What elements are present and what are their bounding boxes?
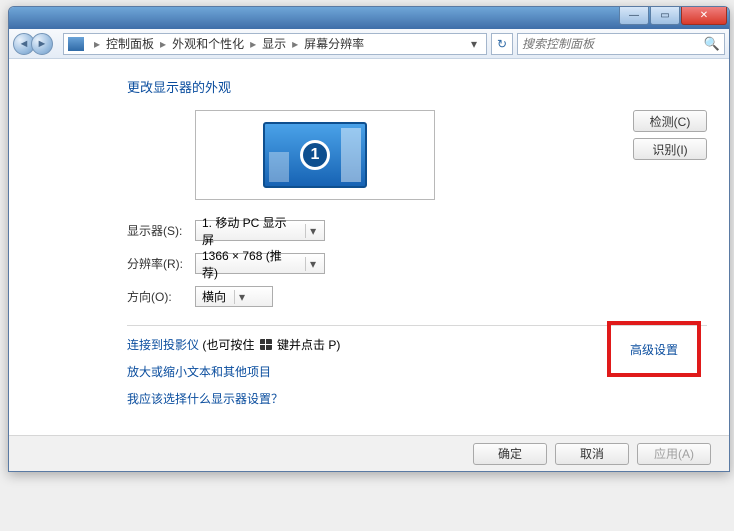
display-value: 1. 移动 PC 显示屏 (202, 214, 297, 248)
monitor-thumbnail[interactable]: 1 (263, 122, 367, 188)
chevron-right-icon[interactable]: ▸ (288, 37, 302, 51)
control-panel-icon (68, 37, 84, 51)
monitor-number-badge: 1 (300, 140, 330, 170)
monitor-decoration (341, 128, 361, 182)
page-title: 更改显示器的外观 (127, 77, 707, 96)
navbar: ◄ ► ▸ 控制面板 ▸ 外观和个性化 ▸ 显示 ▸ 屏幕分辨率 ▾ ↻ 🔍 (9, 29, 729, 59)
refresh-button[interactable]: ↻ (491, 33, 513, 55)
chevron-right-icon[interactable]: ▸ (246, 37, 260, 51)
display-label: 显示器(S): (127, 222, 195, 239)
search-icon[interactable]: 🔍 (704, 36, 720, 52)
chevron-down-icon: ▾ (234, 290, 249, 304)
chevron-right-icon[interactable]: ▸ (156, 37, 170, 51)
close-button[interactable]: ✕ (681, 7, 727, 25)
forward-button[interactable]: ► (31, 33, 53, 55)
address-bar[interactable]: ▸ 控制面板 ▸ 外观和个性化 ▸ 显示 ▸ 屏幕分辨率 ▾ (63, 33, 487, 55)
breadcrumb: ▸ 控制面板 ▸ 外观和个性化 ▸ 显示 ▸ 屏幕分辨率 (90, 35, 366, 52)
breadcrumb-item[interactable]: 控制面板 (104, 35, 156, 52)
chevron-right-icon[interactable]: ▸ (90, 37, 104, 51)
cancel-button[interactable]: 取消 (555, 443, 629, 465)
display-preview-row: 1 检测(C) 识别(I) (127, 110, 707, 200)
apply-button: 应用(A) (637, 443, 711, 465)
maximize-button[interactable]: ▭ (650, 7, 680, 25)
identify-button[interactable]: 识别(I) (633, 138, 707, 160)
preview-side-buttons: 检测(C) 识别(I) (633, 110, 707, 160)
nav-buttons: ◄ ► (13, 31, 63, 57)
projector-hint: 键并点击 P) (277, 338, 340, 352)
advanced-settings-link[interactable]: 高级设置 (630, 341, 678, 358)
which-display-link[interactable]: 我应该选择什么显示器设置？ (127, 392, 283, 406)
display-row: 显示器(S): 1. 移动 PC 显示屏 ▾ (127, 220, 707, 241)
breadcrumb-item[interactable]: 显示 (260, 35, 288, 52)
orientation-label: 方向(O): (127, 288, 195, 305)
chevron-down-icon: ▾ (305, 224, 320, 238)
breadcrumb-item[interactable]: 外观和个性化 (170, 35, 246, 52)
window-controls: — ▭ ✕ (618, 7, 727, 25)
content-area: 更改显示器的外观 1 检测(C) 识别(I) 显示器(S): 1. 移动 PC … (9, 59, 729, 435)
detect-button[interactable]: 检测(C) (633, 110, 707, 132)
minimize-button[interactable]: — (619, 7, 649, 25)
breadcrumb-item[interactable]: 屏幕分辨率 (302, 35, 366, 52)
display-preview[interactable]: 1 (195, 110, 435, 200)
projector-hint: (也可按住 (202, 338, 257, 352)
orientation-combo[interactable]: 横向 ▾ (195, 286, 273, 307)
advanced-settings-highlight: 高级设置 (607, 321, 701, 377)
orientation-value: 横向 (202, 288, 226, 305)
ok-button[interactable]: 确定 (473, 443, 547, 465)
resolution-row: 分辨率(R): 1366 × 768 (推荐) ▾ (127, 253, 707, 274)
address-dropdown[interactable]: ▾ (466, 37, 482, 51)
search-input[interactable] (522, 37, 704, 51)
footer: 确定 取消 应用(A) (9, 435, 729, 471)
windows-key-icon (260, 339, 272, 350)
display-combo[interactable]: 1. 移动 PC 显示屏 ▾ (195, 220, 325, 241)
chevron-down-icon: ▾ (305, 257, 320, 271)
search-box[interactable]: 🔍 (517, 33, 725, 55)
connect-projector-link[interactable]: 连接到投影仪 (127, 338, 199, 352)
resolution-label: 分辨率(R): (127, 255, 195, 272)
resolution-combo[interactable]: 1366 × 768 (推荐) ▾ (195, 253, 325, 274)
monitor-decoration (269, 152, 289, 182)
orientation-row: 方向(O): 横向 ▾ (127, 286, 707, 307)
text-size-link[interactable]: 放大或缩小文本和其他项目 (127, 365, 271, 379)
titlebar[interactable]: — ▭ ✕ (9, 7, 729, 29)
window: — ▭ ✕ ◄ ► ▸ 控制面板 ▸ 外观和个性化 ▸ 显示 ▸ 屏幕分辨率 ▾… (8, 6, 730, 472)
resolution-value: 1366 × 768 (推荐) (202, 247, 297, 281)
